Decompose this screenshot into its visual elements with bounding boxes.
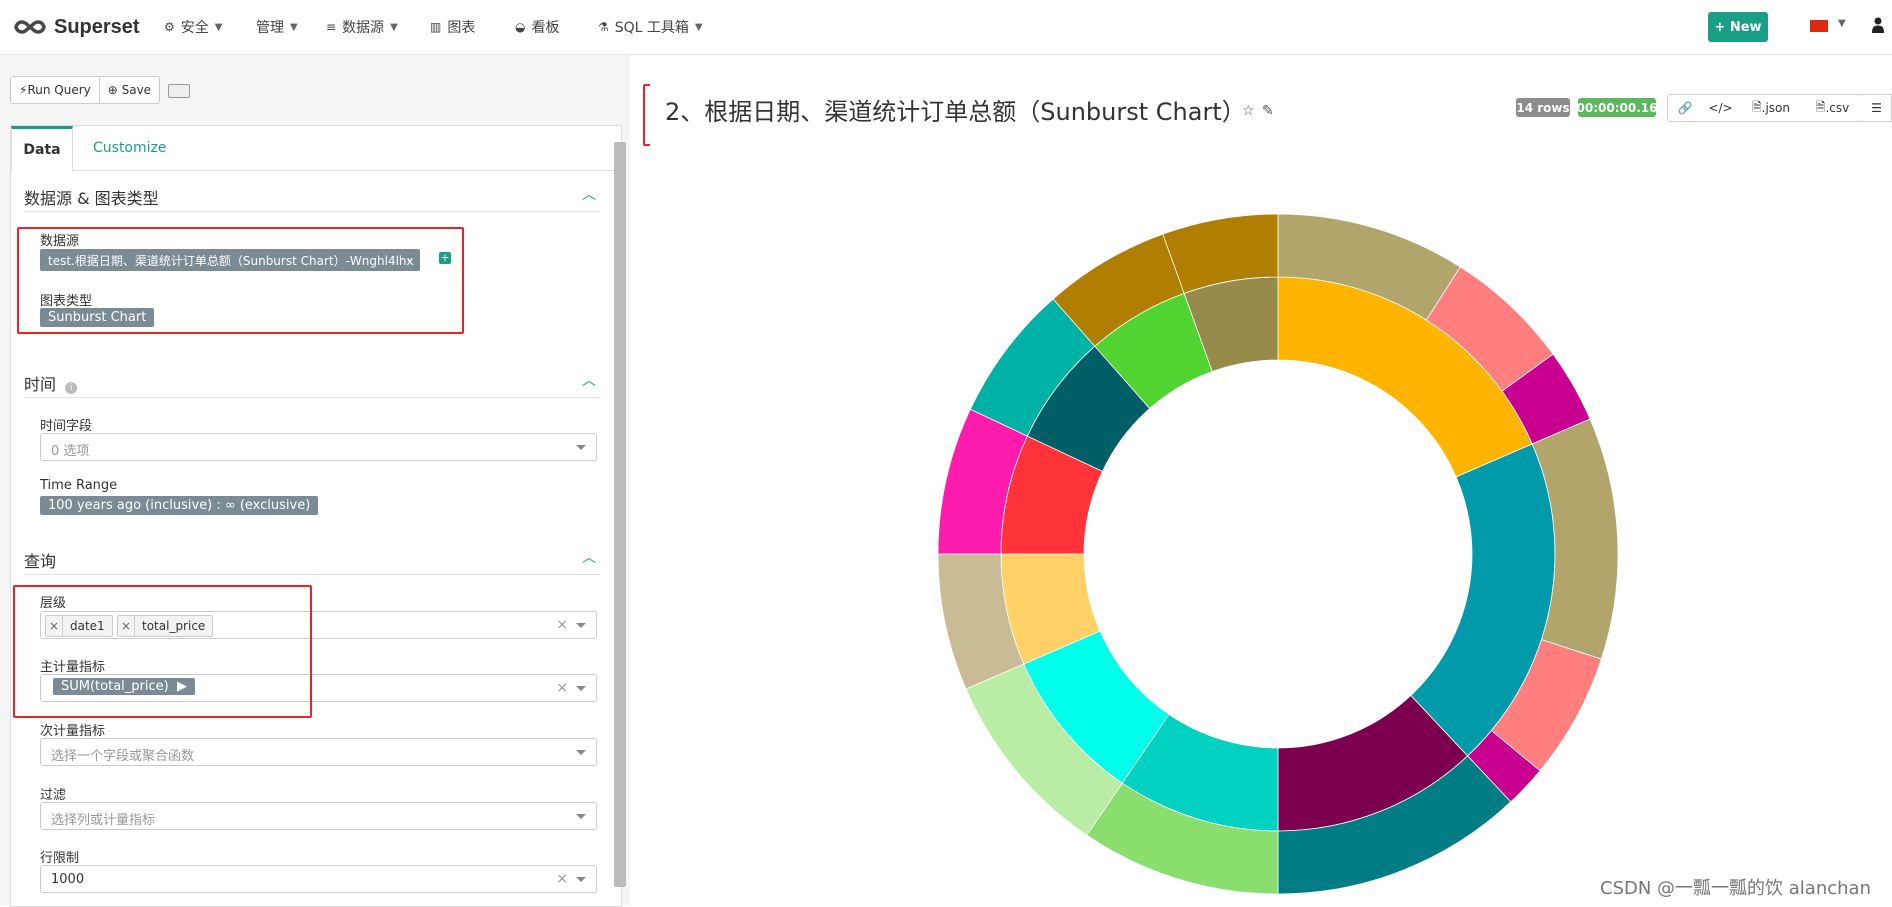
watermark: CSDN @一瓢一瓢的饮 alanchan (1600, 878, 1871, 899)
sunburst-chart (937, 213, 1619, 895)
sunburst-inner-ring (1000, 276, 1556, 832)
